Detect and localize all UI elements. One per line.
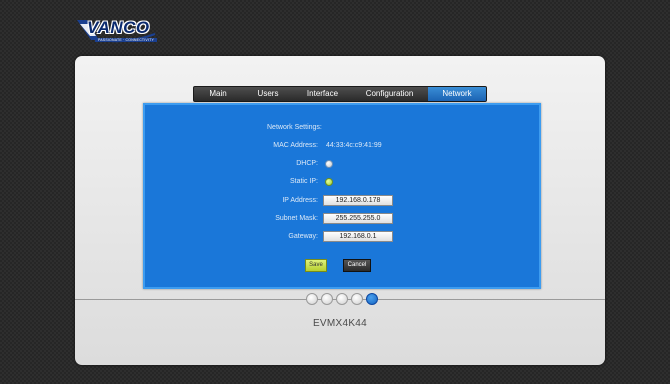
logo-tagline: PASSIONATE · CONNECTIVITY	[95, 38, 158, 42]
static-ip-radio[interactable]	[325, 178, 333, 186]
subnet-mask-input[interactable]: 255.255.255.0	[323, 213, 393, 224]
tab-bar: Main Users Interface Configuration Netwo…	[193, 86, 487, 102]
gateway-input[interactable]: 192.168.0.1	[323, 231, 393, 242]
save-button[interactable]: Save	[305, 259, 327, 272]
vanco-logo: VANCO PASSIONATE · CONNECTIVITY	[77, 14, 158, 44]
network-settings-panel: Network Settings: MAC Address: 44:33:4c:…	[143, 103, 541, 289]
dhcp-radio[interactable]	[325, 160, 333, 168]
page-indicator	[306, 293, 378, 305]
dhcp-label: DHCP:	[296, 160, 318, 167]
tab-configuration[interactable]: Configuration	[351, 87, 428, 101]
main-panel: Main Users Interface Configuration Netwo…	[75, 56, 605, 365]
ip-address-input[interactable]: 192.168.0.178	[323, 195, 393, 206]
tab-network[interactable]: Network	[428, 87, 486, 101]
page-dot-3[interactable]	[336, 293, 348, 305]
page-dot-1[interactable]	[306, 293, 318, 305]
device-model: EVMX4K44	[312, 318, 368, 329]
static-ip-label: Static IP:	[289, 178, 318, 185]
mac-address-value: 44:33:4c:c9:41:99	[326, 142, 382, 149]
tab-users[interactable]: Users	[242, 87, 294, 101]
page-dot-5[interactable]	[366, 293, 378, 305]
gateway-label: Gateway:	[288, 233, 318, 240]
tab-main[interactable]: Main	[194, 87, 242, 101]
cancel-button[interactable]: Cancel	[343, 259, 371, 272]
section-title: Network Settings:	[267, 124, 322, 131]
tab-interface[interactable]: Interface	[294, 87, 351, 101]
page-dot-2[interactable]	[321, 293, 333, 305]
subnet-mask-label: Subnet Mask:	[275, 215, 318, 222]
mac-address-label: MAC Address:	[273, 142, 318, 149]
page-dot-4[interactable]	[351, 293, 363, 305]
logo-wordmark: VANCO	[87, 18, 150, 37]
ip-address-label: IP Address:	[282, 197, 318, 204]
